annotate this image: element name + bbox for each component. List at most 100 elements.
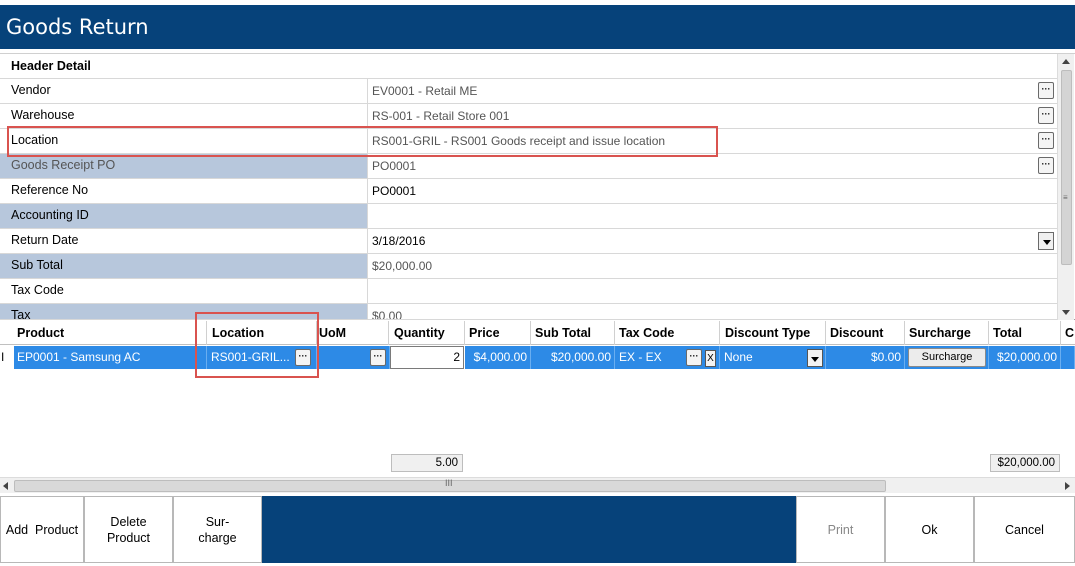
column-divider[interactable] xyxy=(206,321,207,345)
surcharge-label-line2: charge xyxy=(198,530,237,545)
add-product-button[interactable]: Add Product xyxy=(0,496,84,563)
discount-cell[interactable]: $0.00 xyxy=(826,346,905,369)
location-field[interactable]: RS001-GRIL - RS001 Goods receipt and iss… xyxy=(367,129,1057,153)
column-header-price[interactable]: Price xyxy=(469,326,500,340)
column-header-truncated[interactable]: C xyxy=(1065,326,1075,340)
column-divider[interactable] xyxy=(719,321,720,345)
goods-receipt-po-label: Goods Receipt PO xyxy=(0,154,367,178)
column-divider[interactable] xyxy=(614,321,615,345)
quantity-total-summary: 5.00 xyxy=(391,454,463,472)
vendor-lookup-button[interactable]: ··· xyxy=(1038,82,1054,99)
vendor-label: Vendor xyxy=(11,83,51,97)
column-header-location[interactable]: Location xyxy=(212,326,264,340)
sub-total-value: $20,000.00 xyxy=(367,254,1057,278)
column-header-uom[interactable]: UoM xyxy=(319,326,346,340)
return-date-row: Return Date 3/18/2016 xyxy=(0,229,1057,254)
warehouse-field[interactable]: RS-001 - Retail Store 001 xyxy=(367,104,1057,128)
scroll-left-arrow-icon[interactable] xyxy=(3,482,8,490)
scroll-up-arrow-icon[interactable] xyxy=(1062,59,1070,64)
product-grid: Product Location UoM Quantity Price Sub … xyxy=(0,312,1075,493)
total-cell[interactable]: $20,000.00 xyxy=(989,346,1061,369)
column-divider[interactable] xyxy=(388,321,389,345)
column-divider[interactable] xyxy=(316,321,317,345)
product-cell[interactable]: EP0001 - Samsung AC xyxy=(14,346,207,369)
location-lookup-button[interactable]: ··· xyxy=(1038,132,1054,149)
column-header-total[interactable]: Total xyxy=(993,326,1022,340)
sub-total-row: Sub Total $20,000.00 xyxy=(0,254,1057,279)
grid-horizontal-scrollbar[interactable]: III xyxy=(0,477,1075,493)
window-title: Goods Return xyxy=(6,15,149,39)
tax-value: $0.00 xyxy=(367,304,1057,319)
price-cell[interactable]: $4,000.00 xyxy=(465,346,531,369)
horizontal-scrollbar-grip-icon: III xyxy=(445,478,453,488)
accounting-id-label: Accounting ID xyxy=(0,204,367,228)
header-detail-panel: Header Detail Vendor EV0001 - Retail ME … xyxy=(0,53,1075,320)
table-row[interactable]: I EP0001 - Samsung AC RS001-GRIL... ··· … xyxy=(0,346,1075,369)
scroll-right-arrow-icon[interactable] xyxy=(1065,482,1070,490)
scrollbar-grip-icon: ≡ xyxy=(1063,193,1068,202)
header-vertical-scrollbar[interactable]: ≡ xyxy=(1057,54,1074,320)
tax-code-clear-button[interactable]: X xyxy=(705,350,716,367)
warehouse-lookup-button[interactable]: ··· xyxy=(1038,107,1054,124)
accounting-id-field[interactable] xyxy=(367,204,1057,228)
goods-receipt-po-row: Goods Receipt PO PO0001 ··· xyxy=(0,154,1057,179)
scroll-down-arrow-icon[interactable] xyxy=(1062,310,1070,315)
delete-product-label-line2: Product xyxy=(106,530,151,545)
print-button[interactable]: Print xyxy=(796,496,885,563)
warehouse-row: Warehouse RS-001 - Retail Store 001 ··· xyxy=(0,104,1057,129)
vendor-field[interactable]: EV0001 - Retail ME xyxy=(367,79,1057,103)
surcharge-button[interactable]: Sur- charge xyxy=(173,496,262,563)
location-label: Location xyxy=(11,133,59,147)
discount-type-dropdown-arrow-icon[interactable] xyxy=(807,349,823,367)
scrollbar-thumb[interactable] xyxy=(1061,70,1072,265)
column-divider[interactable] xyxy=(530,321,531,345)
cancel-label: Cancel xyxy=(1005,522,1044,537)
title-bar-background xyxy=(0,5,1075,49)
column-header-surcharge[interactable]: Surcharge xyxy=(909,326,971,340)
column-divider[interactable] xyxy=(1060,321,1061,345)
grid-header-row: Product Location UoM Quantity Price Sub … xyxy=(0,321,1075,345)
column-header-sub-total[interactable]: Sub Total xyxy=(535,326,591,340)
column-header-discount[interactable]: Discount xyxy=(830,326,883,340)
column-divider[interactable] xyxy=(988,321,989,345)
footer-toolbar: Add Product Delete Product Sur- charge P… xyxy=(0,496,1075,563)
quantity-input[interactable]: 2 xyxy=(390,346,464,369)
tax-code-field[interactable] xyxy=(367,279,1057,303)
sub-total-cell[interactable]: $20,000.00 xyxy=(531,346,615,369)
print-label: Print xyxy=(827,522,854,537)
column-header-quantity[interactable]: Quantity xyxy=(394,326,445,340)
sub-total-label: Sub Total xyxy=(0,254,367,278)
title-bar: Goods Return xyxy=(0,0,1075,51)
ok-label: Ok xyxy=(921,522,938,537)
column-divider[interactable] xyxy=(904,321,905,345)
accounting-id-row: Accounting ID xyxy=(0,204,1057,229)
return-date-field[interactable]: 3/18/2016 xyxy=(367,229,1057,253)
column-divider[interactable] xyxy=(464,321,465,345)
reference-no-row: Reference No PO0001 xyxy=(0,179,1057,204)
row-edit-cursor-icon: I xyxy=(1,350,5,364)
return-date-dropdown-arrow-icon[interactable] xyxy=(1038,232,1054,250)
cancel-button[interactable]: Cancel xyxy=(974,496,1075,563)
delete-product-button[interactable]: Delete Product xyxy=(84,496,173,563)
truncated-cell[interactable] xyxy=(1061,346,1075,369)
tax-label: Tax xyxy=(0,304,367,319)
ok-button[interactable]: Ok xyxy=(885,496,974,563)
reference-no-field[interactable]: PO0001 xyxy=(367,179,1057,203)
tax-code-lookup-button[interactable]: ··· xyxy=(686,349,702,366)
column-header-discount-type[interactable]: Discount Type xyxy=(725,326,810,340)
column-divider[interactable] xyxy=(825,321,826,345)
header-detail-title: Header Detail xyxy=(0,54,1057,79)
location-cell-value: RS001-GRIL... xyxy=(211,350,290,364)
column-header-tax-code[interactable]: Tax Code xyxy=(619,326,674,340)
add-product-label: Add Product xyxy=(5,522,79,537)
grand-total-summary: $20,000.00 xyxy=(990,454,1060,472)
uom-lookup-button[interactable]: ··· xyxy=(370,349,386,366)
row-location-lookup-button[interactable]: ··· xyxy=(295,349,311,366)
return-date-label: Return Date xyxy=(11,233,79,247)
goods-receipt-po-lookup-button[interactable]: ··· xyxy=(1038,157,1054,174)
column-header-product[interactable]: Product xyxy=(17,326,64,340)
row-surcharge-button[interactable]: Surcharge xyxy=(908,348,986,367)
tax-code-label: Tax Code xyxy=(11,283,64,297)
delete-product-label-line1: Delete xyxy=(110,514,147,529)
goods-receipt-po-field[interactable]: PO0001 xyxy=(367,154,1057,178)
